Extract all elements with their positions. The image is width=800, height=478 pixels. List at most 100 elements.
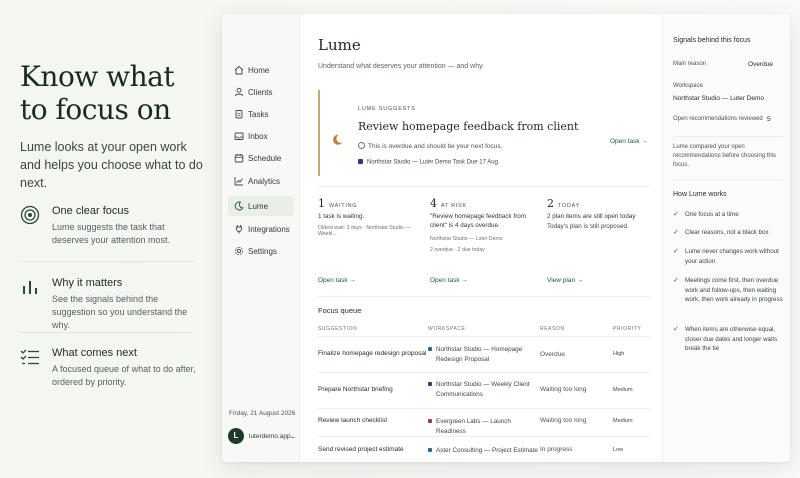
workspace-color-dot	[358, 159, 363, 164]
hero-headline: Know what to focus on	[20, 60, 175, 126]
target-icon	[20, 205, 42, 227]
workspace-cell: Evergreen Labs — Launch Readiness	[428, 417, 538, 437]
signals-panel: Signals behind this focus Main reason Ov…	[662, 14, 790, 462]
current-date: Friday, 21 August 2026	[229, 410, 296, 417]
analytics-icon	[234, 177, 243, 186]
check-icon: ✓	[673, 277, 679, 284]
check-icon: ✓	[673, 229, 679, 236]
app-window: Home Clients Tasks Inbox Schedule Analyt…	[222, 14, 790, 462]
feature-text: A focused queue of what to do after, ord…	[52, 364, 196, 387]
priority-cell: Medium	[613, 387, 633, 393]
main-content: Lume Understand what deserves your atten…	[300, 14, 662, 462]
workspace-color-dot	[428, 382, 432, 386]
suggestion-title: Review homepage feedback from client	[358, 120, 579, 133]
divider	[318, 296, 650, 297]
divider	[318, 436, 650, 437]
sidebar-item-analytics[interactable]: Analytics	[228, 171, 294, 191]
divider	[318, 186, 650, 187]
open-task-link[interactable]: Open task →	[318, 277, 356, 284]
user-icon	[235, 87, 243, 97]
sidebar-item-home[interactable]: Home	[228, 60, 294, 80]
suggestion-meta: Northstar Studio — Luter Demo Task Due 1…	[358, 159, 498, 166]
chevron-down-icon: ⌄	[290, 434, 296, 440]
suggestion-tag: LUME SUGGESTS	[358, 106, 416, 112]
sidebar-item-tasks[interactable]: Tasks	[228, 104, 294, 124]
moon-icon	[234, 201, 244, 211]
reason-cell: In progress	[540, 446, 573, 453]
open-recs-label: Open recommendations reviewed	[673, 116, 763, 122]
page-title: Lume	[318, 36, 361, 54]
gear-icon	[234, 246, 244, 256]
stat-waiting: 1 WAITING 1 task is waiting. Oldest wait:…	[318, 194, 428, 284]
suggestion-cell: Send revised project estimate	[318, 446, 404, 453]
hero: Know what to focus on Lume looks at your…	[20, 60, 205, 192]
view-plan-link[interactable]: View plan →	[547, 277, 583, 284]
stat-desc: 2 plan items are still open today	[547, 213, 636, 220]
stat-sub: Today's plan is still proposed.	[547, 223, 629, 230]
table-row[interactable]: Finalize homepage redesign proposal Nort…	[318, 343, 650, 371]
plug-icon	[236, 225, 242, 234]
workspace-color-dot	[428, 347, 432, 351]
sidebar-item-label: Home	[248, 66, 270, 75]
column-header: REASON	[540, 326, 565, 332]
hero-lead: Lume looks at your open work and helps y…	[20, 140, 203, 190]
sidebar-item-schedule[interactable]: Schedule	[228, 148, 294, 168]
stat-number: 4	[430, 197, 437, 210]
workspace-cell: Northstar Studio — Weekly Client Communi…	[428, 380, 538, 400]
moon-icon	[332, 133, 343, 151]
divider	[20, 261, 193, 262]
suggestion-note: This is overdue and should be your next …	[358, 142, 502, 150]
stat-desc: "Review homepage feedback from client" i…	[430, 213, 527, 229]
sidebar-item-lume[interactable]: Lume	[228, 196, 294, 216]
divider	[318, 408, 650, 409]
divider	[673, 179, 783, 180]
stat-sub: Northstar Studio — Luter Demo	[430, 236, 503, 242]
column-header: WORKSPACE	[428, 326, 466, 332]
sidebar-item-integrations[interactable]: Integrations	[228, 219, 294, 239]
suggestion-cell: Finalize homepage redesign proposal	[318, 350, 427, 357]
inbox-icon	[234, 132, 244, 140]
divider	[318, 336, 650, 337]
check-icon: ✓	[673, 211, 679, 218]
sidebar-item-label: Integrations	[248, 225, 290, 234]
priority-cell: Low	[613, 447, 624, 453]
main-reason-label: Main reason	[673, 61, 707, 67]
stat-number: 1	[318, 197, 325, 210]
workspace-color-dot	[428, 419, 432, 423]
feature-title: One clear focus	[52, 205, 130, 217]
stat-sub: Oldest wait: 3 days · Northstar Studio —…	[318, 225, 411, 237]
stat-sub: 2 overdue · 2 due today	[430, 247, 485, 253]
table-row[interactable]: Prepare Northstar briefing Northstar Stu…	[318, 378, 650, 406]
reason-cell: Waiting too long	[540, 386, 587, 393]
table-row[interactable]: Send revised project estimate Aster Cons…	[318, 441, 650, 462]
user-menu[interactable]: L luterdemo.app... ⌄	[228, 428, 296, 446]
page-subtitle: Understand what deserves your attention …	[318, 63, 485, 70]
open-task-link[interactable]: Open task →	[610, 138, 648, 145]
stat-desc: 1 task is waiting.	[318, 213, 365, 220]
sidebar-item-clients[interactable]: Clients	[228, 82, 294, 102]
bar-chart-icon	[20, 277, 42, 299]
sidebar-item-label: Clients	[248, 88, 273, 97]
signals-title: Signals behind this focus	[673, 37, 751, 44]
sidebar-item-inbox[interactable]: Inbox	[228, 126, 294, 146]
workspace-value: Northstar Studio — Luter Demo	[673, 95, 765, 102]
sidebar-item-label: Schedule	[248, 154, 282, 163]
suggestion-card: LUME SUGGESTS Review homepage feedback f…	[318, 90, 650, 176]
sidebar-item-label: Lume	[248, 202, 269, 211]
check-icon: ✓	[673, 248, 679, 255]
open-recs-value: 5	[767, 116, 771, 123]
sidebar: Home Clients Tasks Inbox Schedule Analyt…	[222, 14, 300, 462]
column-header: SUGGESTION	[318, 326, 358, 332]
stat-at-risk: 4 AT RISK "Review homepage feedback from …	[430, 194, 540, 284]
open-task-link[interactable]: Open task →	[430, 277, 468, 284]
sidebar-item-label: Tasks	[248, 110, 269, 119]
compare-text: Lume compared your open recommendations …	[673, 144, 777, 168]
reason-cell: Overdue	[540, 351, 565, 358]
clipboard-icon	[235, 110, 243, 119]
stat-today: 2 TODAY 2 plan items are still open today…	[547, 194, 657, 284]
priority-cell: Medium	[613, 418, 633, 424]
stat-label: WAITING	[329, 203, 358, 209]
home-icon	[234, 65, 244, 75]
divider	[20, 332, 193, 333]
sidebar-item-settings[interactable]: Settings	[228, 241, 294, 261]
